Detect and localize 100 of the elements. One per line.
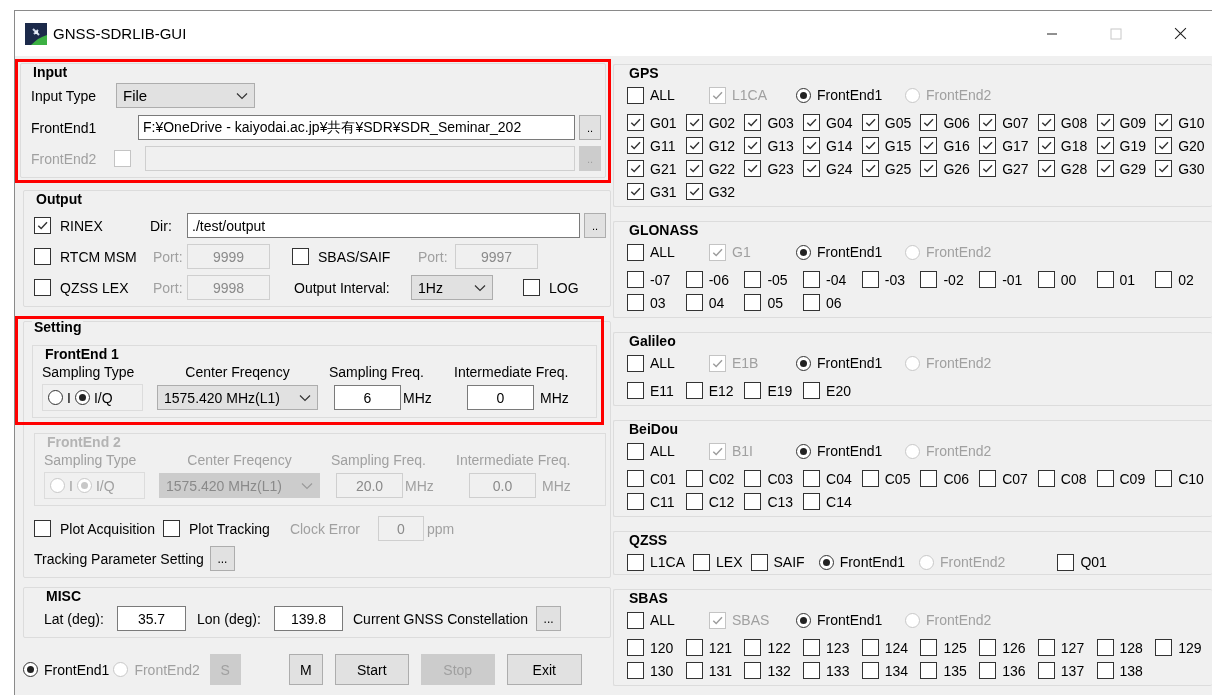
checkbox[interactable] xyxy=(1037,114,1055,131)
checkbox[interactable] xyxy=(685,160,703,177)
checkbox[interactable] xyxy=(861,137,879,154)
checkbox[interactable] xyxy=(685,470,703,487)
checkbox[interactable] xyxy=(803,137,821,154)
checkbox[interactable] xyxy=(1037,137,1055,154)
checkbox[interactable] xyxy=(685,271,703,288)
checkbox[interactable] xyxy=(627,639,644,656)
radio-button[interactable] xyxy=(796,87,811,103)
checkbox[interactable] xyxy=(920,137,938,154)
button[interactable]: Start xyxy=(334,654,409,685)
checkbox[interactable] xyxy=(627,243,644,261)
checkbox[interactable] xyxy=(979,160,997,177)
checkbox[interactable] xyxy=(744,294,762,311)
checkbox[interactable] xyxy=(162,520,180,537)
checkbox[interactable] xyxy=(744,382,762,399)
checkbox[interactable] xyxy=(920,470,938,487)
radio-button[interactable] xyxy=(796,443,811,459)
checkbox[interactable] xyxy=(979,114,997,131)
checkbox[interactable] xyxy=(920,160,938,177)
button[interactable]: M xyxy=(288,654,323,685)
checkbox[interactable] xyxy=(685,382,703,399)
checkbox[interactable] xyxy=(1037,271,1055,288)
checkbox[interactable] xyxy=(34,217,51,234)
radio-button[interactable] xyxy=(796,244,811,260)
checkbox[interactable] xyxy=(744,470,762,487)
checkbox[interactable] xyxy=(627,183,644,200)
checkbox[interactable] xyxy=(803,294,821,311)
checkbox[interactable] xyxy=(685,639,703,656)
checkbox[interactable] xyxy=(744,662,762,679)
checkbox[interactable] xyxy=(685,114,703,131)
checkbox[interactable] xyxy=(803,662,821,679)
radio-button[interactable] xyxy=(23,662,38,677)
checkbox[interactable] xyxy=(627,160,644,177)
checkbox[interactable] xyxy=(1037,470,1055,487)
checkbox[interactable] xyxy=(803,470,821,487)
checkbox[interactable] xyxy=(685,294,703,311)
checkbox[interactable] xyxy=(685,183,703,200)
dropdown[interactable]: 1Hz xyxy=(411,275,493,300)
checkbox[interactable] xyxy=(979,137,997,154)
checkbox[interactable] xyxy=(1037,639,1055,656)
text-field[interactable]: 35.7 xyxy=(117,606,186,631)
checkbox[interactable] xyxy=(627,611,644,629)
checkbox[interactable] xyxy=(861,271,879,288)
button[interactable]: Exit xyxy=(506,654,582,685)
checkbox[interactable] xyxy=(979,662,997,679)
checkbox[interactable] xyxy=(627,271,644,288)
checkbox[interactable] xyxy=(1155,137,1173,154)
checkbox[interactable] xyxy=(627,86,644,104)
checkbox[interactable] xyxy=(744,160,762,177)
text-field[interactable]: 0 xyxy=(467,385,534,410)
checkbox[interactable] xyxy=(1057,553,1075,571)
checkbox[interactable] xyxy=(627,354,644,372)
checkbox[interactable] xyxy=(744,271,762,288)
radio-button[interactable] xyxy=(796,612,811,628)
checkbox[interactable] xyxy=(744,114,762,131)
checkbox[interactable] xyxy=(1096,160,1114,177)
checkbox[interactable] xyxy=(750,553,768,571)
checkbox[interactable] xyxy=(979,470,997,487)
checkbox[interactable] xyxy=(523,279,540,296)
checkbox[interactable] xyxy=(627,493,644,510)
radio-button[interactable] xyxy=(818,554,834,570)
checkbox[interactable] xyxy=(627,382,644,399)
radio-button[interactable] xyxy=(48,390,63,405)
radio-button[interactable] xyxy=(74,390,90,405)
checkbox[interactable] xyxy=(803,493,821,510)
checkbox[interactable] xyxy=(627,114,644,131)
checkbox[interactable] xyxy=(861,470,879,487)
checkbox[interactable] xyxy=(1096,114,1114,131)
checkbox[interactable] xyxy=(803,639,821,656)
checkbox[interactable] xyxy=(920,639,938,656)
dropdown[interactable]: 1575.420 MHz(L1) xyxy=(157,385,318,410)
text-field[interactable]: 139.8 xyxy=(274,606,343,631)
checkbox[interactable] xyxy=(744,493,762,510)
checkbox[interactable] xyxy=(803,114,821,131)
checkbox[interactable] xyxy=(627,470,644,487)
checkbox[interactable] xyxy=(1155,160,1173,177)
checkbox[interactable] xyxy=(627,137,644,154)
text-field[interactable]: ./test/output xyxy=(187,213,580,238)
checkbox[interactable] xyxy=(803,382,821,399)
dropdown[interactable]: File xyxy=(116,83,255,108)
checkbox[interactable] xyxy=(1096,662,1114,679)
checkbox[interactable] xyxy=(861,160,879,177)
checkbox[interactable] xyxy=(979,271,997,288)
checkbox[interactable] xyxy=(803,271,821,288)
text-field[interactable]: 6 xyxy=(334,385,401,410)
checkbox[interactable] xyxy=(920,271,938,288)
checkbox[interactable] xyxy=(693,553,711,571)
checkbox[interactable] xyxy=(861,639,879,656)
button[interactable]: ... xyxy=(536,606,562,631)
checkbox[interactable] xyxy=(1037,160,1055,177)
checkbox[interactable] xyxy=(34,520,51,537)
checkbox[interactable] xyxy=(1096,639,1114,656)
checkbox[interactable] xyxy=(803,160,821,177)
checkbox[interactable] xyxy=(34,279,51,296)
checkbox[interactable] xyxy=(1155,639,1173,656)
checkbox[interactable] xyxy=(1155,271,1173,288)
radio-button[interactable] xyxy=(796,355,811,371)
checkbox[interactable] xyxy=(1155,114,1173,131)
checkbox[interactable] xyxy=(1096,137,1114,154)
